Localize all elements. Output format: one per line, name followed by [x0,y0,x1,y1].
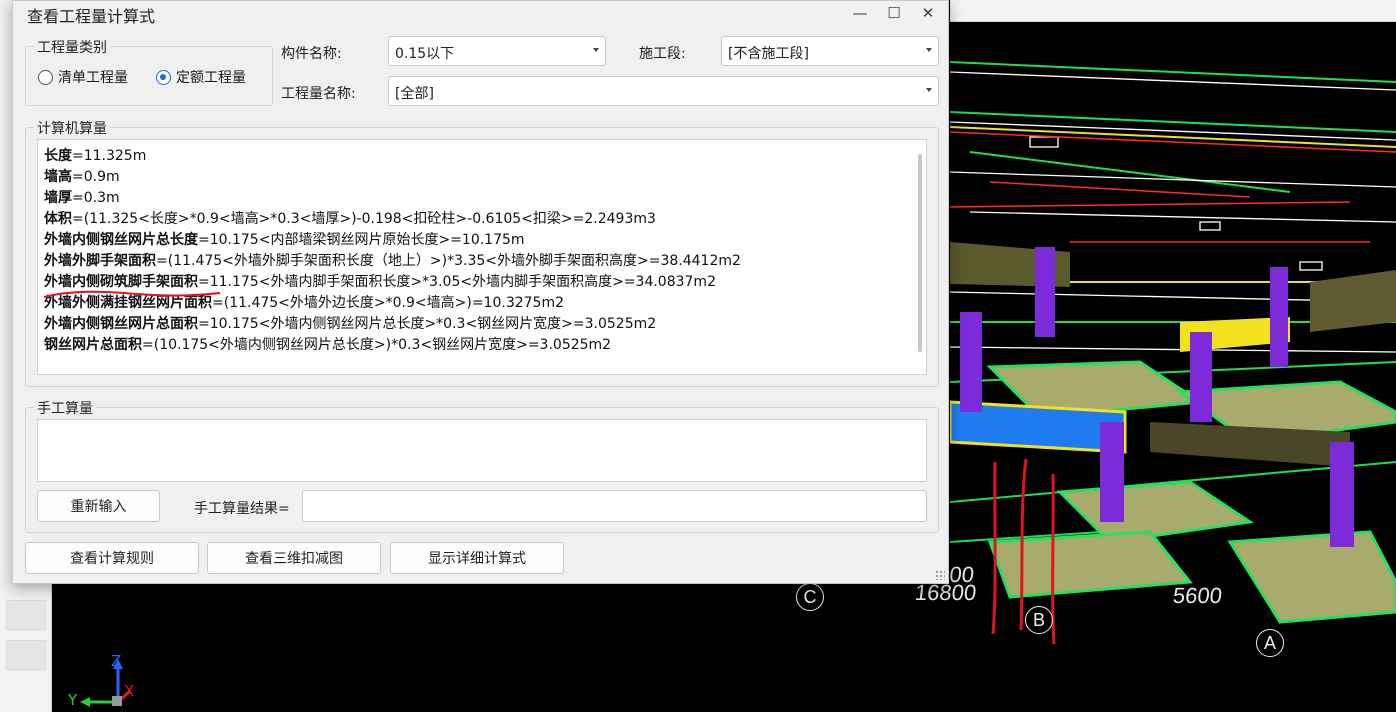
calc-line: 外墙内侧钢丝网片总长度=10.175<内部墙梁钢丝网片原始长度>=10.175m [44,230,525,250]
component-name-value: 0.15以下 [395,46,455,62]
dimension-label: 5600 [1171,583,1224,608]
calc-line: 钢丝网片总面积=(10.175<外墙内侧钢丝网片总长度>)*0.3<钢丝网片宽度… [44,335,611,355]
reenter-button[interactable]: 重新输入 [37,490,160,522]
show-detailed-formula-button[interactable]: 显示详细计算式 [390,542,564,574]
chevron-down-icon [593,48,599,52]
construction-stage-select[interactable]: [不含施工段] [721,36,939,66]
calc-line-name: 钢丝网片总面积 [44,337,142,353]
computer-calc-output[interactable]: 长度=11.325m 墙高=0.9m 墙厚=0.3m 体积=(11.325<长度… [37,139,927,375]
axis-bubble-c: C [796,583,824,611]
chevron-down-icon [926,88,932,92]
view-calc-rules-button[interactable]: 查看计算规则 [25,542,199,574]
calc-scrollbar[interactable] [918,154,922,352]
calc-line-formula: =10.175<内部墙梁钢丝网片原始长度>=10.175m [198,232,525,248]
calc-line-formula: =(10.175<外墙内侧钢丝网片总长度>)*0.3<钢丝网片宽度>=3.052… [142,337,612,353]
axis-bubble-a: A [1256,629,1284,657]
gizmo-axis-label: X [124,682,135,700]
view-quantity-formula-dialog: 查看工程量计算式 — ☐ ✕ 工程量类别 清单工程量 定额工程量 构件名称: 0… [12,0,949,584]
calc-line: 外墙外脚手架面积=(11.475<外墙外脚手架面积长度（地上）>)*3.35<外… [44,251,741,271]
calc-line-name: 体积 [44,211,72,227]
quantity-name-select[interactable]: [全部] [388,76,939,106]
construction-stage-label: 施工段: [639,46,686,62]
beam-olive [1310,270,1396,332]
dialog-titlebar[interactable]: 查看工程量计算式 — ☐ ✕ [13,1,948,26]
maximize-button[interactable]: ☐ [877,1,911,25]
calc-line: 体积=(11.325<长度>*0.9<墙高>*0.3<墙厚>)-0.198<扣砼… [44,209,656,229]
manual-calc-input[interactable] [37,419,927,482]
calc-line-formula: =(11.325<长度>*0.9<墙高>*0.3<墙厚>)-0.198<扣砼柱>… [72,211,656,227]
calc-line: 长度=11.325m [44,146,146,166]
calc-line-formula: =10.175<外墙内侧钢丝网片总长度>*0.3<钢丝网片宽度>=3.0525m… [198,316,657,332]
calc-line-formula: =11.175<外墙内脚手架面积长度>*3.05<外墙内脚手架面积高度>=34.… [198,274,716,290]
quantity-type-legend: 工程量类别 [34,37,110,57]
radio-quota-quantity[interactable]: 定额工程量 [156,67,246,87]
close-button[interactable]: ✕ [911,1,945,25]
radio-label: 清单工程量 [58,70,128,86]
calc-line-name: 墙厚 [44,190,72,206]
red-underline-annotation [43,290,221,298]
quantity-name-label: 工程量名称: [281,86,356,102]
radio-bill-quantity[interactable]: 清单工程量 [38,67,128,87]
panel-item[interactable] [6,600,46,630]
manual-result-field[interactable] [302,490,927,522]
gizmo-axis-label: Y [68,691,78,709]
calc-line: 墙高=0.9m [44,167,120,187]
viewport-top-bar [950,0,1396,22]
calc-line-formula: =11.325m [72,148,147,164]
calc-line-formula: =(11.475<外墙外边长度>*0.9<墙高>)=10.3275m2 [212,295,564,311]
calc-line: 墙厚=0.3m [44,188,120,208]
chevron-down-icon [926,48,932,52]
calc-line-name: 外墙外脚手架面积 [44,253,156,269]
red-plan-lines [950,131,1396,243]
construction-stage-value: [不含施工段] [728,46,809,62]
computer-calc-legend: 计算机算量 [34,118,110,138]
dialog-title: 查看工程量计算式 [27,7,156,26]
manual-result-label: 手工算量结果= [194,501,290,517]
quantity-name-value: [全部] [395,86,434,102]
component-name-select[interactable]: 0.15以下 [388,36,606,66]
calc-line-name: 长度 [44,148,72,164]
panel-item[interactable] [6,640,46,670]
gizmo-axis-label: Z [111,652,122,670]
component-name-label: 构件名称: [281,46,342,62]
calc-line-formula: =(11.475<外墙外脚手架面积长度（地上）>)*3.35<外墙外脚手架面积高… [156,253,741,269]
quantity-type-group: 工程量类别 清单工程量 定额工程量 [25,37,273,106]
calc-line-formula: =0.3m [72,190,120,206]
calc-line: 外墙内侧钢丝网片总面积=10.175<外墙内侧钢丝网片总长度>*0.3<钢丝网片… [44,314,656,334]
minimize-button[interactable]: — [843,1,877,25]
view-3d-deduction-button[interactable]: 查看三维扣减图 [207,542,381,574]
axis-bubble-b: B [1025,606,1053,634]
radio-label: 定额工程量 [176,70,246,86]
resize-grip-icon[interactable] [935,570,945,580]
calc-line-name: 墙高 [44,169,72,185]
radio-circle-icon [38,69,53,85]
manual-calc-legend: 手工算量 [34,398,96,418]
calc-line-name: 外墙内侧钢丝网片总面积 [44,316,198,332]
calc-line-name: 外墙内侧钢丝网片总长度 [44,232,198,248]
calc-line-formula: =0.9m [72,169,120,185]
radio-circle-checked-icon [156,69,171,85]
